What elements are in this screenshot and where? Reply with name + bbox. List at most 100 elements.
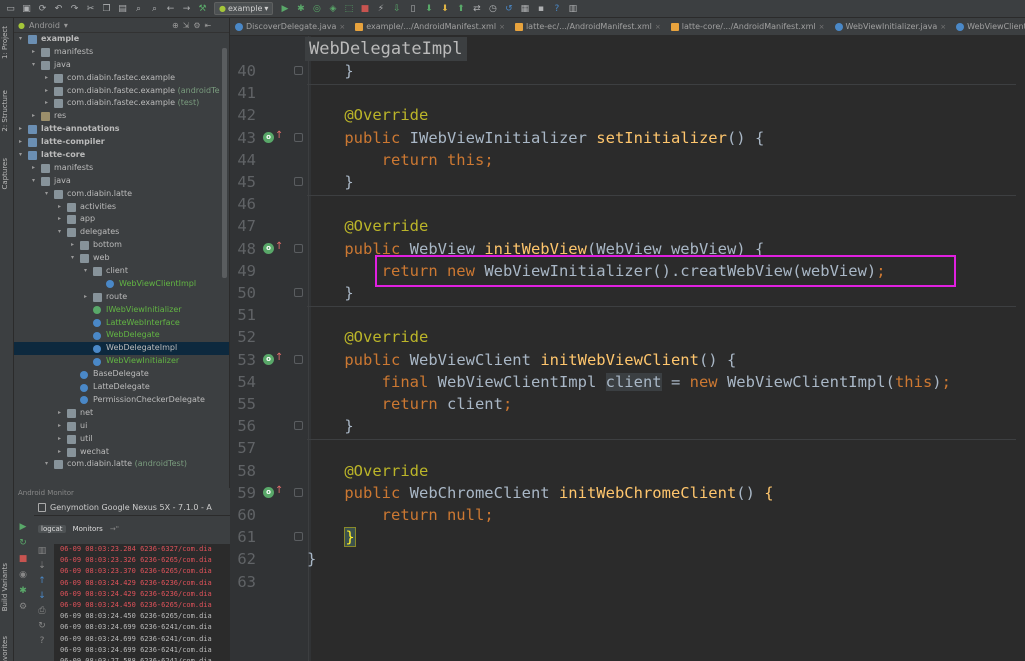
profile-icon[interactable]: ◎ xyxy=(310,3,323,15)
down-icon[interactable]: ↓ xyxy=(38,591,46,601)
implements-method-icon[interactable]: o xyxy=(263,353,274,365)
find-icon[interactable]: ⌕ xyxy=(132,3,145,15)
help-icon[interactable]: ? xyxy=(550,3,563,15)
restart-icon[interactable]: ↻ xyxy=(19,538,27,548)
chevron-down-icon[interactable]: ▾ xyxy=(84,265,87,278)
project-view-selector[interactable]: Android xyxy=(29,21,60,30)
chevron-right-icon[interactable]: ▸ xyxy=(19,123,22,136)
tree-item[interactable]: ▸ activities xyxy=(14,201,229,214)
chevron-right-icon[interactable]: ▸ xyxy=(45,85,48,98)
close-tab-icon[interactable]: × xyxy=(655,23,661,31)
gear-icon[interactable]: ⚙ xyxy=(193,21,200,30)
coverage-icon[interactable]: ◈ xyxy=(326,3,339,15)
up-icon[interactable]: ↑ xyxy=(38,576,46,586)
tree-item[interactable]: ▸ latte-annotations xyxy=(14,123,229,136)
tree-item[interactable]: BaseDelegate xyxy=(14,368,229,381)
chevron-down-icon[interactable]: ▾ xyxy=(71,252,74,265)
close-tab-icon[interactable]: × xyxy=(819,23,825,31)
tree-item[interactable]: ▸ wechat xyxy=(14,446,229,459)
tree-item[interactable]: ▾ com.diabin.latte (androidTest) xyxy=(14,458,229,471)
chevron-right-icon[interactable]: ▸ xyxy=(71,239,74,252)
chevron-right-icon[interactable]: ▸ xyxy=(58,420,61,433)
tree-item[interactable]: WebViewInitializer xyxy=(14,355,229,368)
fold-marker-icon[interactable] xyxy=(294,487,303,497)
apply-changes-icon[interactable]: ⚡ xyxy=(374,3,387,15)
collapse-all-icon[interactable]: ⇲ xyxy=(183,21,190,30)
structure-tool-tab[interactable]: 2: Structure xyxy=(1,90,9,132)
fold-marker-icon[interactable] xyxy=(294,177,303,186)
tree-item[interactable]: ▾ web xyxy=(14,252,229,265)
logcat-output[interactable]: 06-09 08:03:23.284 6236-6327/com.dia 06-0… xyxy=(54,544,230,661)
vcs-history-icon[interactable]: ◷ xyxy=(486,3,499,15)
copy-icon[interactable]: ❐ xyxy=(100,3,113,15)
close-tab-icon[interactable]: × xyxy=(940,23,946,31)
run-icon[interactable]: ▶ xyxy=(20,522,27,532)
chevron-right-icon[interactable]: ▸ xyxy=(58,446,61,459)
chevron-down-icon[interactable]: ▾ xyxy=(45,458,48,471)
project-tool-tab[interactable]: 1: Project xyxy=(1,26,9,59)
back-icon[interactable]: ← xyxy=(164,3,177,15)
tab-monitors[interactable]: Monitors xyxy=(70,525,106,533)
tree-item[interactable]: ▸ com.diabin.fastec.example (test) xyxy=(14,97,229,110)
gradle-sync-icon[interactable]: ⇩ xyxy=(390,3,403,15)
tree-item[interactable]: ▾ com.diabin.latte xyxy=(14,188,229,201)
editor-tab[interactable]: WebViewClientImpl.java× xyxy=(951,18,1025,35)
paste-icon[interactable]: ▤ xyxy=(116,3,129,15)
avd-manager-icon[interactable]: ▯ xyxy=(406,3,419,15)
replace-icon[interactable]: ⌕ xyxy=(148,3,161,15)
editor-tab[interactable]: latte-core/.../AndroidManifest.xml × xyxy=(666,18,830,35)
close-tab-icon[interactable]: × xyxy=(339,23,345,31)
chevron-right-icon[interactable]: ▸ xyxy=(45,97,48,110)
settings-icon[interactable]: ⚙ xyxy=(19,602,27,612)
tree-item[interactable]: ▸ route xyxy=(14,291,229,304)
restart-logcat-icon[interactable]: ↻ xyxy=(38,621,46,631)
implements-method-icon[interactable]: o xyxy=(263,486,274,498)
chevron-right-icon[interactable]: ▸ xyxy=(58,407,61,420)
camera-icon[interactable]: ◉ xyxy=(19,570,27,580)
tree-item[interactable]: ▸ net xyxy=(14,407,229,420)
tree-item[interactable]: WebDelegate xyxy=(14,329,229,342)
screen-record-icon[interactable]: ✱ xyxy=(19,586,27,596)
revert-icon[interactable]: ↺ xyxy=(502,3,515,15)
scroll-from-source-icon[interactable]: ⊕ xyxy=(172,21,179,30)
tree-item[interactable]: LatteWebInterface xyxy=(14,317,229,330)
cut-icon[interactable]: ✂ xyxy=(84,3,97,15)
chevron-down-icon[interactable]: ▾ xyxy=(19,149,22,162)
vcs-update-icon[interactable]: ⬇ xyxy=(438,3,451,15)
fold-marker-icon[interactable] xyxy=(294,288,303,297)
tree-item[interactable]: ▸ com.diabin.fastec.example xyxy=(14,72,229,85)
tree-item[interactable]: ▸ com.diabin.fastec.example (androidTe xyxy=(14,85,229,98)
attach-debugger-icon[interactable]: ⬚ xyxy=(342,3,355,15)
tab-logcat[interactable]: logcat xyxy=(38,525,66,533)
scroll-to-end-icon[interactable]: ⇣ xyxy=(38,561,46,571)
clear-logcat-icon[interactable]: ▥ xyxy=(38,546,47,556)
chevron-down-icon[interactable]: ▾ xyxy=(58,226,61,239)
make-project-icon[interactable]: ⚒ xyxy=(196,3,209,15)
chevron-right-icon[interactable]: ▸ xyxy=(32,162,35,175)
tree-item[interactable]: WebViewClientImpl xyxy=(14,278,229,291)
tree-item[interactable]: ▸ app xyxy=(14,213,229,226)
undo-icon[interactable]: ↶ xyxy=(52,3,65,15)
editor-tab[interactable]: DiscoverDelegate.java × xyxy=(230,18,350,35)
open-folder-icon[interactable]: ▭ xyxy=(4,3,17,15)
vcs-commit-icon[interactable]: ⬆ xyxy=(454,3,467,15)
tree-item[interactable]: IWebViewInitializer xyxy=(14,304,229,317)
tree-item[interactable]: ▾ delegates xyxy=(14,226,229,239)
breadcrumb[interactable]: WebDelegateImpl xyxy=(305,37,467,61)
sync-icon[interactable]: ⟳ xyxy=(36,3,49,15)
fold-marker-icon[interactable] xyxy=(294,421,303,431)
vcs-compare-icon[interactable]: ⇄ xyxy=(470,3,483,15)
debug-icon[interactable]: ✱ xyxy=(294,3,307,15)
stop-icon[interactable]: ■ xyxy=(19,554,28,564)
device-monitor-icon[interactable]: ▥ xyxy=(566,3,579,15)
tree-item[interactable]: ▸ ui xyxy=(14,420,229,433)
close-tab-icon[interactable]: × xyxy=(499,23,505,31)
implements-method-icon[interactable]: o xyxy=(263,242,274,254)
captures-tool-tab[interactable]: Captures xyxy=(1,158,9,189)
tree-item[interactable]: ▸ manifests xyxy=(14,46,229,59)
tree-item[interactable]: ▸ util xyxy=(14,433,229,446)
chevron-right-icon[interactable]: ▸ xyxy=(32,110,35,123)
chevron-right-icon[interactable]: ▸ xyxy=(58,213,61,226)
chevron-right-icon[interactable]: ▸ xyxy=(58,433,61,446)
structure-icon[interactable]: ▦ xyxy=(518,3,531,15)
